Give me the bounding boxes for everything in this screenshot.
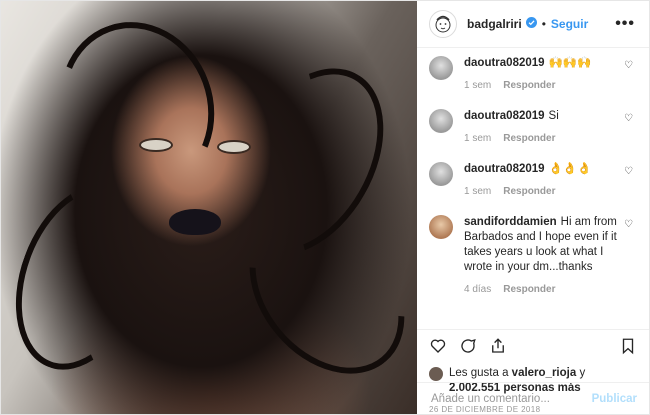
- comment-time[interactable]: 1 sem: [464, 186, 491, 197]
- header-separator: •: [541, 17, 546, 31]
- comments-list[interactable]: daoutra082019 🙌🙌🙌 1 sem Responder ♡ daoutr…: [417, 48, 649, 329]
- face-sketch-icon: [435, 15, 451, 33]
- comment-username[interactable]: daoutra082019: [464, 110, 545, 122]
- post-sidebar: badgalriri • Seguir ••• daoutra082019 🙌🙌🙌…: [417, 1, 649, 414]
- like-comment-heart-icon[interactable]: ♡: [624, 166, 633, 177]
- post-actions: [417, 329, 649, 366]
- heart-icon[interactable]: [429, 337, 447, 360]
- like-comment-heart-icon[interactable]: ♡: [624, 219, 633, 230]
- like-comment-heart-icon[interactable]: ♡: [624, 60, 633, 71]
- photo-lips: [169, 209, 221, 235]
- reply-button[interactable]: Responder: [503, 80, 555, 91]
- comment-username[interactable]: daoutra082019: [464, 57, 545, 69]
- comment-item: daoutra082019 Si 1 sem Responder ♡: [429, 109, 637, 144]
- commenter-avatar[interactable]: [429, 215, 453, 239]
- share-icon[interactable]: [489, 337, 507, 360]
- add-comment-input[interactable]: [429, 391, 592, 406]
- comment-item: daoutra082019 👌👌👌 1 sem Responder ♡: [429, 162, 637, 197]
- like-comment-heart-icon[interactable]: ♡: [624, 113, 633, 124]
- commenter-avatar[interactable]: [429, 109, 453, 133]
- comment-icon[interactable]: [459, 337, 477, 360]
- author-username[interactable]: badgalriri: [467, 17, 522, 31]
- comment-text: Si: [548, 110, 559, 122]
- more-options-button[interactable]: •••: [615, 15, 635, 33]
- likes-connector: y: [579, 367, 586, 379]
- follow-button[interactable]: Seguir: [551, 17, 588, 31]
- post-photo[interactable]: [1, 1, 417, 414]
- likes-prefix: Les gusta a: [449, 367, 509, 379]
- comment-username[interactable]: sandifordd​amien: [464, 216, 557, 228]
- reply-button[interactable]: Responder: [503, 284, 555, 295]
- liker-avatar[interactable]: [429, 367, 443, 381]
- post-header: badgalriri • Seguir •••: [417, 1, 649, 48]
- comment-text: 🙌🙌🙌: [548, 57, 592, 69]
- photo-eyes: [141, 136, 261, 156]
- reply-button[interactable]: Responder: [503, 133, 555, 144]
- commenter-avatar[interactable]: [429, 56, 453, 80]
- comment-text: 👌👌👌: [548, 163, 592, 175]
- add-comment-bar: Publicar: [417, 382, 649, 414]
- bookmark-icon[interactable]: [619, 337, 637, 360]
- comment-time[interactable]: 1 sem: [464, 80, 491, 91]
- comment-username[interactable]: daoutra082019: [464, 163, 545, 175]
- publish-button[interactable]: Publicar: [592, 393, 637, 405]
- instagram-post: badgalriri • Seguir ••• daoutra082019 🙌🙌🙌…: [0, 0, 650, 415]
- liker-username[interactable]: valero_rioja: [512, 367, 577, 379]
- reply-button[interactable]: Responder: [503, 186, 555, 197]
- comment-item: daoutra082019 🙌🙌🙌 1 sem Responder ♡: [429, 56, 637, 91]
- author-avatar[interactable]: [429, 10, 457, 38]
- comment-item: sandifordd​amien Hi am from Barbados and …: [429, 215, 637, 295]
- comment-time[interactable]: 4 días: [464, 284, 491, 295]
- verified-badge-icon: [525, 17, 537, 31]
- commenter-avatar[interactable]: [429, 162, 453, 186]
- comment-time[interactable]: 1 sem: [464, 133, 491, 144]
